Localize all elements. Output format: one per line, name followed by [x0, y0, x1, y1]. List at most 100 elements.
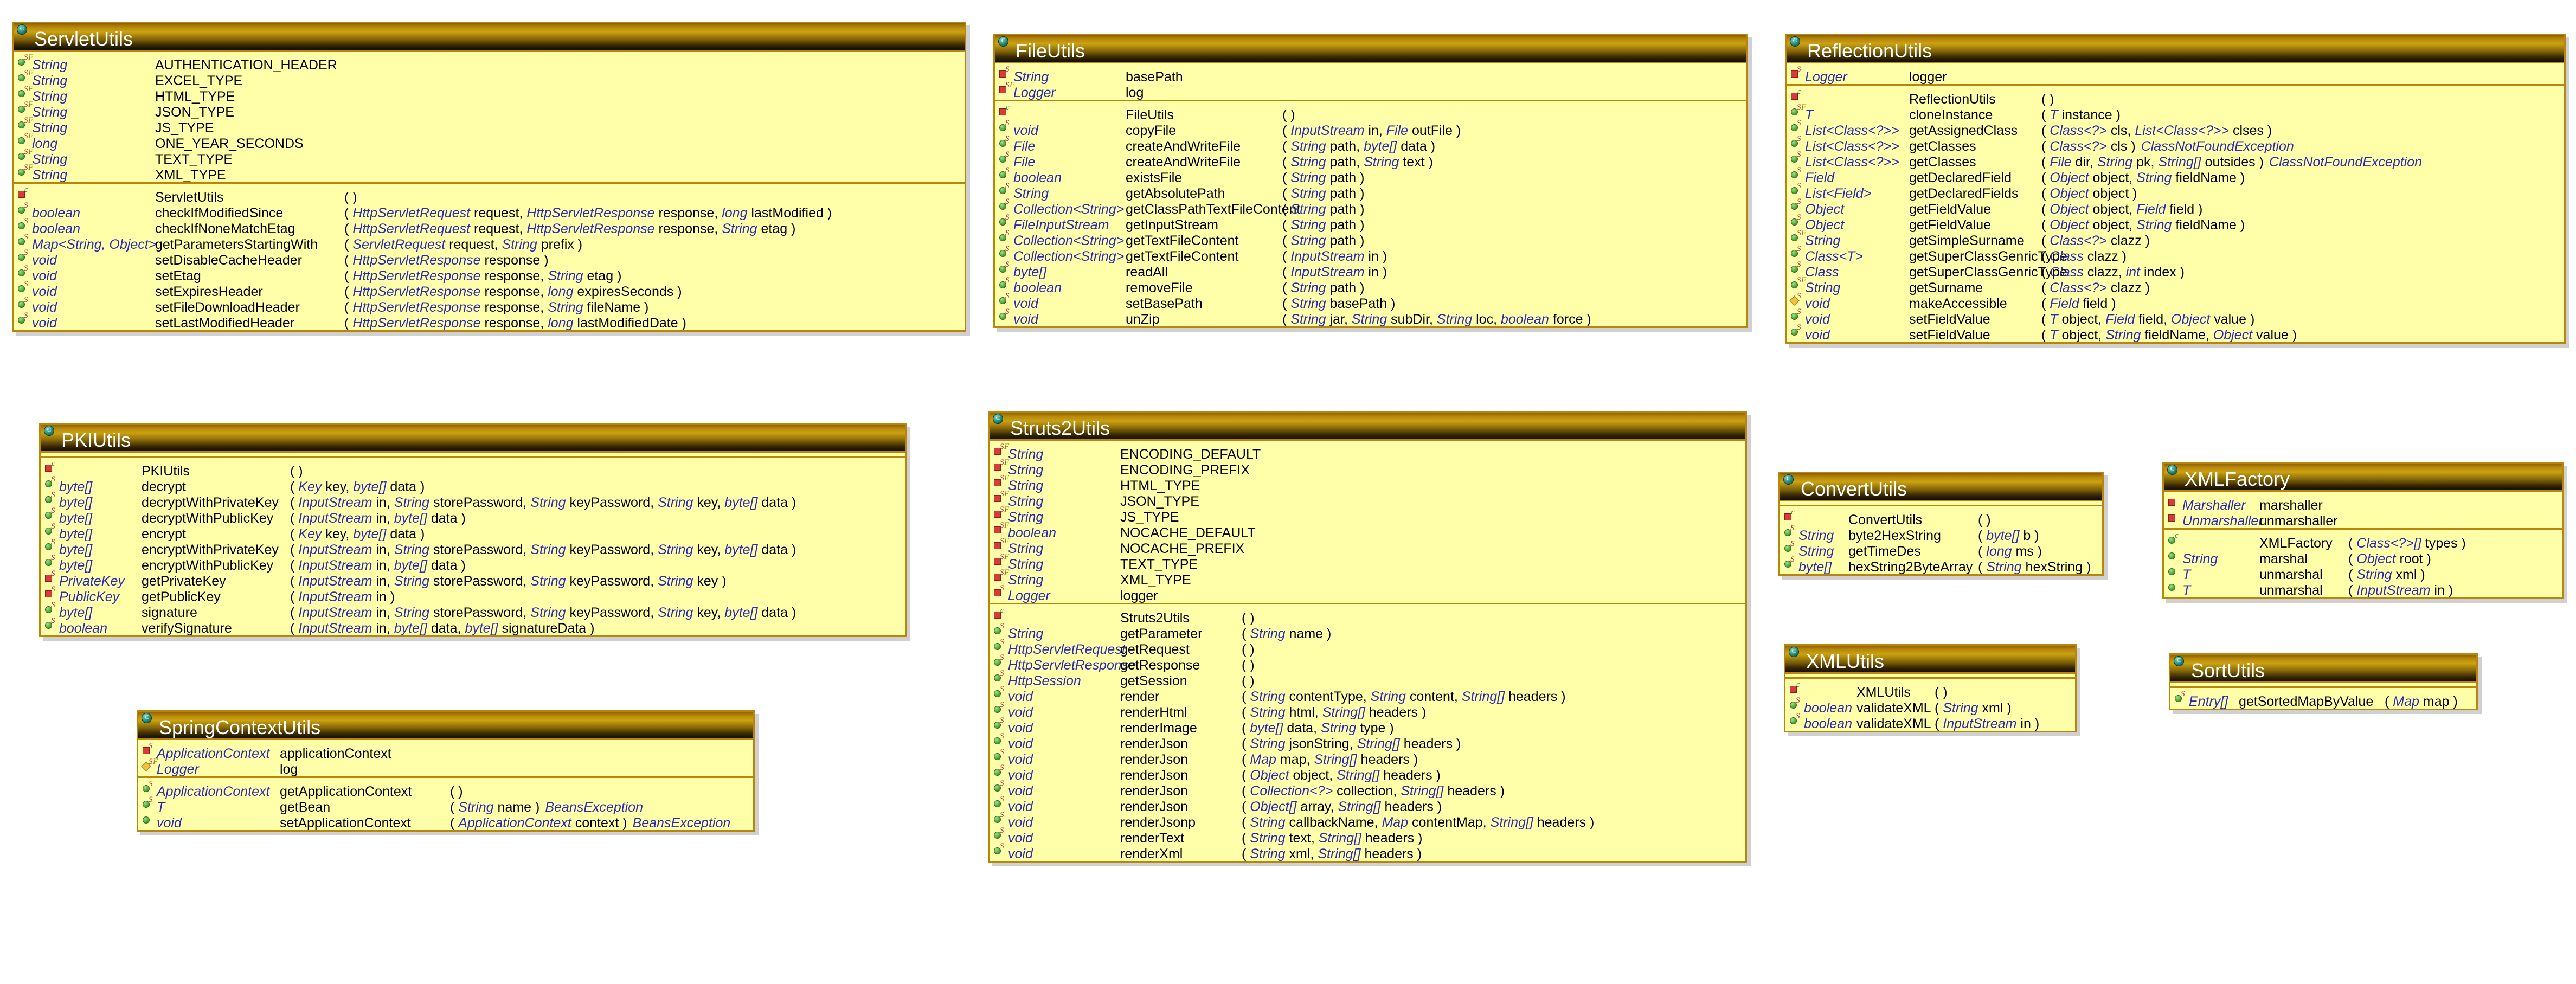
uml-class-header[interactable]: C Struts2Utils [990, 413, 1745, 441]
uml-class-spring-context-utils[interactable]: C SpringContextUtils S ApplicationContext ap… [137, 710, 755, 832]
uml-field-row[interactable]: S F String AUTHENTICATION_HEADER [14, 54, 965, 73]
static-marker-icon: S [1000, 474, 1004, 483]
member-modifier-markers: S [990, 622, 1008, 638]
uml-method-row[interactable]: S ApplicationContext getApplicationContext… [138, 780, 753, 799]
uml-method-row[interactable]: c ConvertUtils ( ) [1780, 509, 2102, 528]
member-modifier-markers: S [14, 217, 32, 233]
member-name: signature [142, 605, 197, 620]
member-type: Logger [157, 762, 199, 777]
uml-field-row[interactable]: S ApplicationContext applicationContext [138, 742, 753, 761]
uml-class-header[interactable]: C FileUtils [995, 35, 1746, 63]
uml-method-row[interactable]: c Struts2Utils ( ) [990, 606, 1745, 626]
member-modifier-markers: S [995, 214, 1013, 229]
constructor-marker-icon: c [1000, 606, 1004, 615]
member-name: JS_TYPE [1120, 510, 1179, 525]
final-marker-icon: F [1801, 229, 1807, 237]
member-type: Object [1805, 217, 1845, 233]
uml-method-row[interactable]: S F TcloneInstance ( T instance ) [1787, 104, 2564, 123]
uml-field-row[interactable]: S Logger logger [1787, 66, 2564, 85]
member-type: String [1008, 447, 1044, 462]
member-modifier-markers: S [41, 523, 59, 538]
uml-class-servlet-utils[interactable]: C ServletUtils S F String AUTHENTICATION_HEAD… [12, 22, 966, 332]
uml-method-row[interactable]: c ReflectionUtils ( ) [1787, 88, 2564, 107]
uml-method-row[interactable]: Svoid copyFile ( InputStream in, File outF… [995, 119, 1746, 138]
member-name: log [1126, 85, 1144, 100]
final-marker-icon: F [1010, 81, 1015, 89]
uml-class-file-utils[interactable]: C FileUtils S String basePath S F Logger log c Fil… [993, 34, 1748, 328]
member-type: void [1013, 123, 1038, 138]
static-marker-icon: S [1005, 307, 1010, 316]
class-title: FileUtils [1016, 40, 1085, 62]
uml-method-row[interactable]: S String getParameter ( String name ) [990, 622, 1745, 641]
member-parameters: ( String callbackName, Map contentMap, S… [1242, 815, 1595, 830]
constructor-marker-icon: c [2175, 531, 2179, 540]
static-marker-icon: S [1797, 166, 1801, 175]
uml-method-row[interactable]: c ServletUtils ( ) [14, 185, 965, 205]
class-title: ServletUtils [34, 28, 133, 50]
uml-class-header[interactable]: C ServletUtils [14, 23, 965, 52]
member-name: getParameter [1120, 626, 1203, 641]
member-type: void [1008, 752, 1033, 767]
uml-field-row[interactable]: S String basePath [995, 66, 1746, 85]
static-marker-icon: S [1000, 568, 1004, 577]
uml-class-header[interactable]: C SpringContextUtils [138, 712, 753, 740]
uml-method-row[interactable]: S Entry[] getSortedMapByValue ( Map map ) [2170, 690, 2476, 709]
uml-class-header[interactable]: C SortUtils [2170, 655, 2476, 683]
uml-class-convert-utils[interactable]: C ConvertUtils c ConvertUtils( ) S String byte… [1778, 472, 2104, 576]
uml-class-xml-utils[interactable]: C XMLUtils c XMLUtils( ) Sboolean validateXML… [1784, 644, 2077, 732]
uml-methods-compartment: c FileUtils ( ) Svoid copyFile ( InputStream … [995, 101, 1746, 327]
member-type: PublicKey [59, 589, 120, 604]
static-marker-icon: S [51, 506, 55, 515]
static-marker-icon: S [51, 554, 55, 562]
member-modifier-markers: SF [995, 81, 1015, 97]
final-marker-icon: F [1004, 552, 1010, 561]
member-name: getSession [1120, 673, 1187, 689]
uml-class-header[interactable]: C XMLFactory [2164, 464, 2562, 492]
static-marker-icon: S [149, 742, 153, 750]
member-name: setFileDownloadHeader [155, 300, 300, 315]
member-name: renderJson [1120, 768, 1189, 783]
static-marker-icon: S [1797, 292, 1801, 300]
constructor-marker-icon: c [1796, 680, 1800, 689]
static-marker-icon: S [1000, 584, 1004, 593]
member-name: render [1120, 689, 1160, 704]
member-parameters: ( ) [1242, 642, 1255, 657]
static-marker-icon: S [1797, 323, 1801, 332]
final-marker-icon: F [28, 100, 34, 109]
static-marker-icon: S [1000, 748, 1004, 756]
member-type: ApplicationContext [157, 746, 270, 761]
member-name: NOCACHE_DEFAULT [1120, 525, 1256, 541]
uml-class-header[interactable]: C PKIUtils [41, 425, 905, 453]
uml-field-row[interactable]: S F String ENCODING_DEFAULT [990, 443, 1745, 462]
uml-method-row[interactable]: c XMLFactory ( Class<?>[] types ) [2164, 531, 2562, 551]
uml-class-struts2-utils[interactable]: C Struts2Utils S F String ENCODING_DEFAULT S F S… [988, 411, 1747, 863]
uml-methods-compartment: S Entry[] getSortedMapByValue ( Map map ) [2170, 688, 2476, 709]
uml-fields-compartment: S F String ENCODING_DEFAULT S F String ENCODING… [990, 441, 1745, 604]
uml-class-header[interactable]: C ReflectionUtils [1787, 35, 2564, 63]
uml-class-header[interactable]: C XMLUtils [1785, 646, 2075, 674]
uml-method-row[interactable]: c XMLUtils ( ) [1785, 680, 2075, 700]
uml-class-pki-utils[interactable]: C PKIUtils c PKIUtils ( ) Sbyte[] decrypt ( Key… [39, 423, 907, 637]
uml-method-row[interactable]: c PKIUtils ( ) [41, 460, 905, 479]
member-name: getPublicKey [142, 589, 221, 604]
member-name: renderJson [1120, 752, 1189, 767]
uml-class-reflection-utils[interactable]: C ReflectionUtils S Logger logger c Reflection… [1785, 34, 2566, 344]
static-marker-icon: S [1005, 119, 1010, 127]
static-marker-icon: S [1797, 150, 1801, 159]
member-name: cloneInstance [1909, 107, 1993, 123]
member-type: void [32, 268, 57, 284]
uml-field-row[interactable]: Marshaller marshaller [2164, 494, 2562, 513]
member-modifier-markers: S [41, 570, 59, 586]
static-marker-icon: S [51, 616, 55, 625]
static-marker-icon: S [1005, 276, 1010, 285]
member-name: JSON_TYPE [155, 105, 234, 120]
uml-class-xml-factory[interactable]: C XMLFactory Marshaller marshaller Unmarshal… [2162, 462, 2564, 599]
uml-class-header[interactable]: C ConvertUtils [1780, 473, 2102, 501]
constructor-marker-icon: c [24, 185, 28, 194]
final-marker-icon: F [28, 132, 34, 140]
final-marker-icon: F [28, 85, 34, 93]
uml-class-sort-utils[interactable]: C SortUtils S Entry[] getSortedMapByValue ( M… [2169, 653, 2478, 710]
member-modifier-markers: S [1785, 712, 1804, 728]
uml-method-row[interactable]: c FileUtils ( ) [995, 104, 1746, 123]
member-modifier-markers: S [1787, 245, 1805, 261]
